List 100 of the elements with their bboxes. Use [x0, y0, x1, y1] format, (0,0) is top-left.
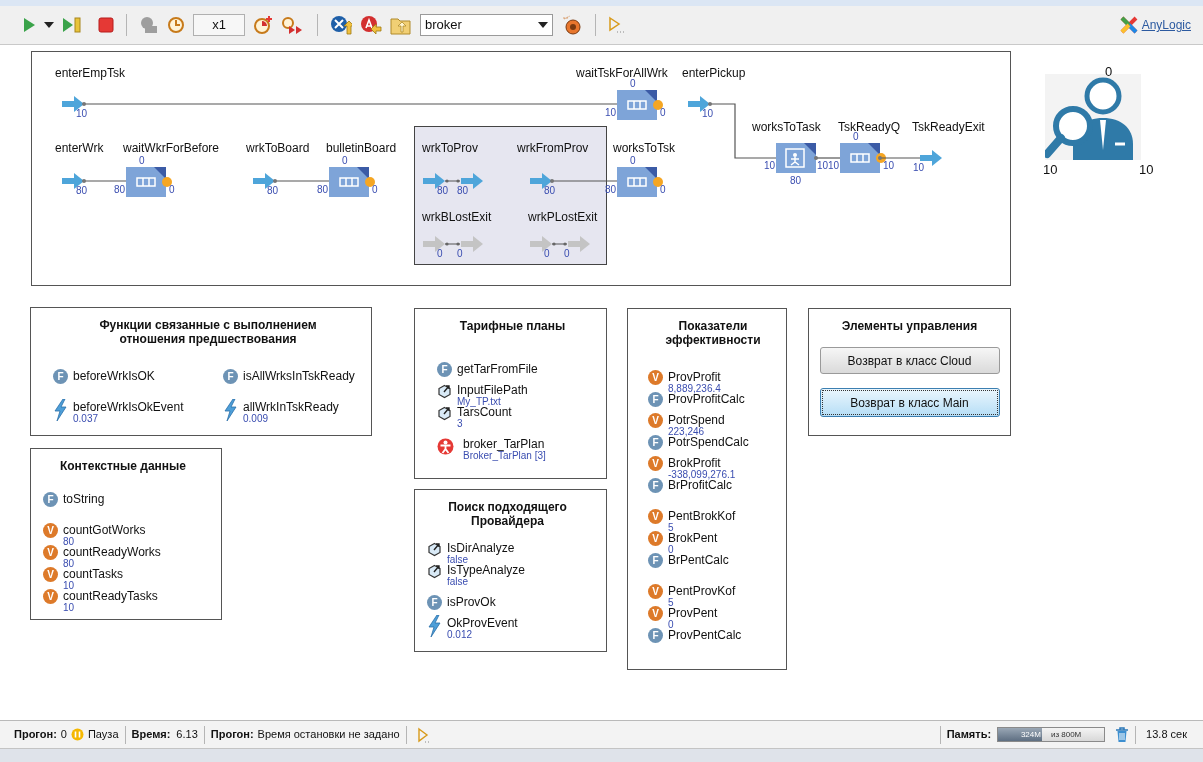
item-value: 5: [668, 598, 675, 607]
variable-icon: V: [648, 509, 663, 524]
logo-icon: [1119, 16, 1138, 34]
block-label: enterPickup: [682, 66, 746, 80]
count-label: 0: [437, 248, 443, 259]
count-label: 80: [113, 184, 125, 195]
function-icon: F: [43, 492, 58, 507]
panel-title: Функции связанные с выполнением отношения предшествования: [98, 318, 318, 346]
tool-icon[interactable]: [139, 16, 159, 34]
dial-icon: [427, 564, 442, 579]
queue-block[interactable]: [329, 167, 375, 197]
block-label: wrkToBoard: [246, 141, 310, 155]
item-name: beforeWrkIsOkEvent: [73, 401, 184, 414]
caret-icon: [538, 22, 548, 28]
item-name: TarsCount: [457, 406, 512, 419]
queue-block[interactable]: [126, 167, 172, 197]
stop-icon[interactable]: [98, 17, 114, 33]
count-label: 80: [790, 175, 802, 186]
folder-icon[interactable]: [390, 15, 412, 35]
function-icon: F: [53, 369, 68, 384]
elapsed-time: 13.8 сек: [1146, 727, 1187, 743]
count-label: 10: [1139, 161, 1154, 179]
block-label: wrkPLostExit: [528, 210, 598, 224]
variable-icon: V: [43, 567, 58, 582]
clock-icon[interactable]: [167, 16, 185, 34]
upload-icon[interactable]: [330, 15, 352, 35]
dropdown-value: broker: [425, 16, 462, 35]
logo-link[interactable]: AnyLogic: [1141, 16, 1191, 34]
block-label: wrkToProv: [422, 141, 478, 155]
step-icon[interactable]: [62, 17, 82, 33]
item-name: allWrkInTskReady: [243, 401, 339, 414]
item-name: countGotWorks: [63, 524, 146, 537]
return-button[interactable]: Возврат в класс Main: [819, 388, 1000, 417]
item-name: isAllWrksInTskReady: [243, 370, 355, 383]
count-label: 0: [372, 184, 378, 195]
count-label: 10: [76, 108, 88, 119]
variable-icon: V: [648, 413, 663, 428]
item-name: PentBrokKof: [668, 510, 736, 523]
variable-icon: V: [43, 589, 58, 604]
connector-line: [814, 156, 841, 160]
lightning-icon: [223, 399, 238, 421]
item-name: countReadyTasks: [63, 590, 158, 603]
item-name: BrokPent: [668, 532, 718, 545]
experiment-dropdown[interactable]: broker: [420, 14, 553, 36]
count-label: 10: [883, 160, 895, 171]
variable-icon: V: [43, 545, 58, 560]
caret-icon[interactable]: [44, 22, 54, 28]
variable-icon: V: [648, 606, 663, 621]
count-label: 0: [630, 78, 636, 89]
panel-title: Тарифные планы: [459, 319, 566, 333]
service-block[interactable]: [776, 143, 816, 173]
count-label: 10: [827, 160, 839, 171]
block-label: wrkFromProv: [517, 141, 589, 155]
item-name: BrokProfit: [668, 457, 722, 470]
item-value: My_TP.txt: [457, 397, 501, 406]
count-label: 80: [437, 185, 449, 196]
item-value: 8,889,236.4: [668, 384, 721, 393]
variable-icon: V: [648, 370, 663, 385]
panel-title: Контекстные данные: [59, 459, 187, 473]
item-value: Broker_TarPlan [3]: [463, 451, 546, 460]
clock-plus-icon[interactable]: [253, 16, 273, 34]
person-icon: [437, 438, 454, 455]
status-label: Прогон:: [210, 727, 254, 743]
count-label: 0: [1105, 63, 1113, 81]
count-label: 10: [817, 160, 829, 171]
run-icon[interactable]: [608, 16, 624, 34]
item-value: 3: [457, 419, 464, 428]
run-icon[interactable]: [416, 726, 431, 743]
pause-icon: [70, 728, 84, 741]
back-icon[interactable]: [360, 15, 382, 35]
item-value: 0: [668, 545, 675, 554]
return-button[interactable]: Возврат в класс Cloud: [819, 347, 1000, 374]
item-name: toString: [63, 493, 105, 506]
item-value: 0.037: [73, 414, 100, 423]
function-icon: F: [648, 628, 663, 643]
item-value: 0.012: [447, 630, 474, 639]
record-icon[interactable]: [561, 15, 583, 35]
count-label: 10: [763, 160, 775, 171]
item-name: getTarFromFile: [457, 363, 538, 376]
item-name: countReadyWorks: [63, 546, 161, 559]
memory-total: из 800M: [1050, 728, 1082, 741]
item-value: false: [447, 577, 469, 586]
panel-title: Элементы управления: [841, 319, 978, 333]
count-label: 0: [564, 248, 570, 259]
connector-line: [878, 156, 921, 160]
person-magnifier-icon: [1045, 74, 1141, 160]
dial-icon: [437, 406, 452, 421]
count-label: 10: [1043, 161, 1058, 179]
speed-field[interactable]: x1: [193, 14, 245, 36]
trash-icon[interactable]: [1115, 726, 1130, 743]
count-label: 0: [139, 155, 145, 166]
block-label: enterEmpTsk: [55, 66, 126, 80]
play-icon[interactable]: [22, 17, 36, 33]
variable-icon: V: [648, 531, 663, 546]
queue-block[interactable]: [617, 167, 663, 197]
connector-line: [273, 179, 330, 183]
queue-block[interactable]: [617, 90, 663, 120]
variable-icon: V: [43, 523, 58, 538]
item-name: beforeWrkIsOK: [73, 370, 155, 383]
item-value: 80: [63, 559, 75, 568]
